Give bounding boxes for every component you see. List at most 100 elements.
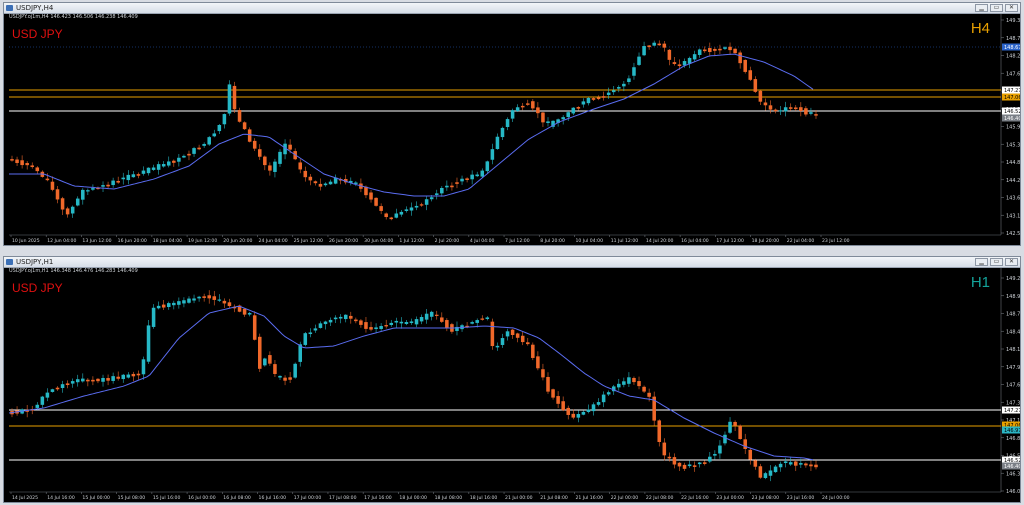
x-tick-label: 18 Jul 00:00 (399, 495, 427, 501)
candle-body (601, 96, 606, 98)
candle-body (263, 156, 267, 166)
x-tick-label: 15 Jul 00:00 (82, 495, 110, 501)
candle-body (536, 356, 540, 369)
candle-body (273, 161, 277, 172)
close-button[interactable]: ✕ (1005, 4, 1018, 12)
candle-body (101, 377, 105, 382)
candle-body (313, 328, 318, 331)
candle-body (657, 43, 662, 46)
window-titlebar[interactable]: USDJPY,H4 ▁ ▭ ✕ (4, 3, 1020, 14)
maximize-button[interactable]: ▭ (990, 4, 1003, 12)
candle-body (470, 174, 474, 180)
chart-window-h4[interactable]: USDJPY,H4 ▁ ▭ ✕ USDJPY.oj1m,H4 146.423 1… (3, 2, 1021, 246)
x-tick-label: 1 Jul 12:00 (399, 238, 424, 244)
y-tick-label: 148.793 (1006, 36, 1020, 42)
candle-body (500, 127, 505, 138)
x-tick-label: 8 Jul 20:00 (540, 238, 565, 244)
candle-body (212, 296, 217, 300)
chart-window-h1[interactable]: USDJPY,H1 ▁ ▭ ✕ USDJPY.oj1m,H1 146.348 1… (3, 256, 1021, 503)
candle-body (682, 464, 687, 469)
candle-body (794, 461, 798, 466)
candle-body (485, 317, 490, 320)
minimize-button[interactable]: ▁ (975, 4, 988, 12)
candle-body (702, 49, 707, 52)
candle-body (197, 147, 201, 150)
candle-body (96, 378, 100, 382)
candlestick-chart-h1[interactable]: 149.240 148.975 148.705 148.440 148.175 147.9… (4, 268, 1020, 502)
candlestick-chart-h4[interactable]: 149.320148.793148.225147.649147.079146.5… (4, 14, 1020, 245)
candle-body (708, 456, 712, 462)
candle-body (40, 396, 45, 405)
candle-body (75, 379, 80, 383)
candle-body (369, 327, 373, 330)
candle-body (156, 305, 161, 309)
x-tick-label: 26 Jun 20:00 (329, 238, 358, 244)
candle-body (247, 312, 252, 315)
candle-body (212, 133, 217, 137)
candle-body (561, 117, 565, 120)
candle-body (273, 364, 277, 374)
candle-body (783, 107, 788, 112)
candle-body (733, 421, 737, 426)
minimize-button[interactable]: ▁ (975, 258, 988, 266)
candle-body (758, 466, 763, 478)
close-button[interactable]: ✕ (1005, 258, 1018, 266)
candle-body (526, 342, 530, 345)
candle-body (697, 462, 702, 465)
window-titlebar[interactable]: USDJPY,H1 ▁ ▭ ✕ (4, 257, 1020, 268)
candle-body (738, 425, 742, 440)
candle-body (687, 464, 692, 467)
candle-body (369, 192, 373, 200)
y-tick-label: 147.375 (1006, 400, 1020, 406)
candle-body (20, 160, 24, 166)
y-tick-label: 145.376 (1006, 142, 1020, 148)
candle-body (247, 129, 252, 142)
candle-body (799, 463, 803, 465)
chart-area-h1[interactable]: USDJPY.oj1m,H1 146.348 146.476 146.283 1… (4, 268, 1020, 502)
candle-body (192, 148, 196, 154)
y-tick-label: 148.705 (1006, 312, 1020, 318)
x-tick-label: 25 Jun 12:00 (294, 238, 323, 244)
candle-body (591, 98, 596, 100)
candle-body (596, 402, 601, 405)
price-tag-label: 146.409 (1004, 464, 1020, 470)
candle-body (146, 325, 151, 362)
y-tick-label: 149.240 (1006, 276, 1020, 282)
x-tick-label: 18 Jun 04:00 (153, 238, 182, 244)
candle-body (429, 197, 434, 200)
candle-body (617, 383, 621, 388)
candle-body (440, 317, 444, 322)
candle-body (384, 325, 388, 327)
candle-body (126, 374, 131, 378)
candle-body (328, 319, 333, 323)
candle-body (702, 462, 707, 464)
y-tick-label: 148.175 (1006, 347, 1020, 353)
candle-body (617, 87, 621, 89)
candle-body (389, 322, 394, 326)
candle-body (394, 320, 399, 323)
chart-area-h4[interactable]: USDJPY.oj1m,H4 146.423 146.506 146.238 1… (4, 14, 1020, 245)
candle-body (237, 110, 242, 122)
maximize-button[interactable]: ▭ (990, 258, 1003, 266)
candle-body (561, 401, 565, 411)
candle-body (495, 345, 500, 348)
candle-body (773, 109, 778, 112)
candle-body (424, 199, 429, 205)
candle-body (763, 102, 768, 106)
y-tick-label: 149.320 (1006, 18, 1020, 24)
candle-body (733, 48, 737, 54)
candle-body (424, 313, 429, 320)
candle-body (177, 301, 181, 305)
candle-body (677, 462, 682, 467)
candle-body (546, 121, 550, 123)
candle-body (343, 314, 348, 320)
candle-body (303, 333, 308, 345)
candle-body (313, 181, 318, 184)
price-tag-label: 146.522 (1004, 109, 1020, 115)
x-tick-label: 14 Jul 16:00 (47, 495, 75, 501)
y-tick-label: 148.225 (1006, 54, 1020, 60)
candle-body (804, 108, 808, 115)
candle-body (475, 174, 479, 177)
candle-body (268, 165, 272, 171)
x-tick-label: 7 Jul 12:00 (505, 238, 530, 244)
